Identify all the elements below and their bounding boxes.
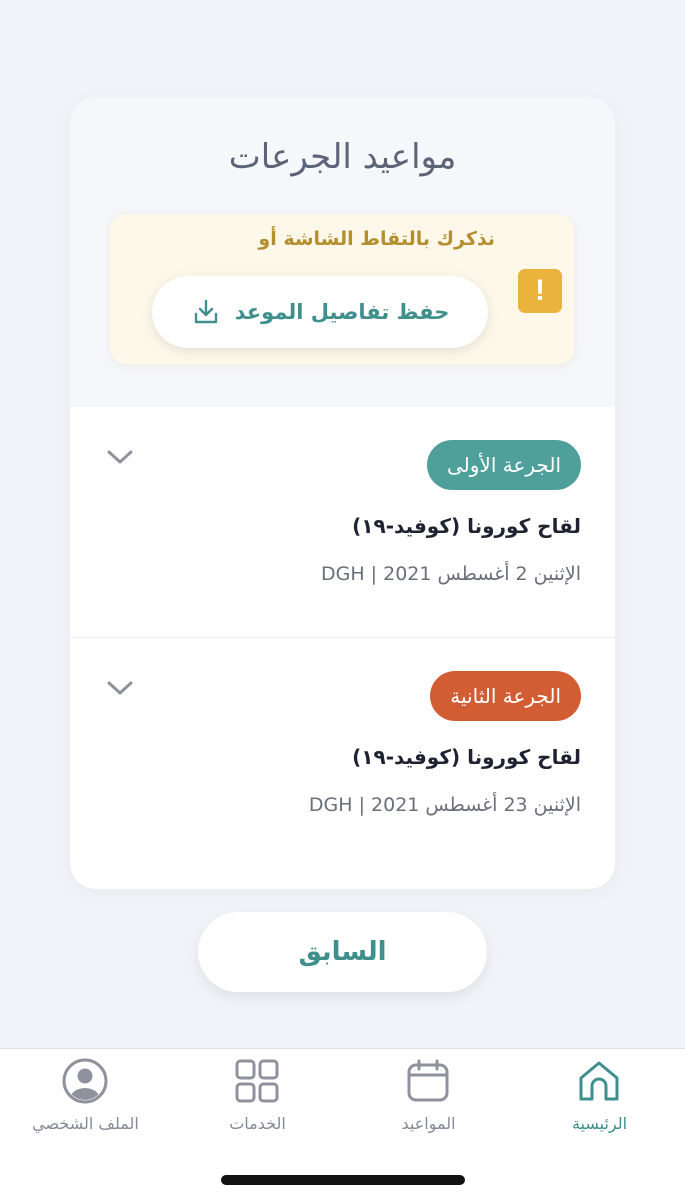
appointment-date: الإثنين 2 أغسطس 2021 | DGH [320, 563, 581, 585]
vaccine-name: لقاح كورونا (كوفيد-١٩) [352, 514, 581, 538]
tab-services[interactable]: الخدمات [172, 1049, 343, 1149]
save-appointment-details-button[interactable]: حفظ تفاصيل الموعد [152, 276, 488, 348]
first-dose-badge: الجرعة الأولى [427, 440, 581, 490]
tab-appointments[interactable]: المواعيد [343, 1049, 514, 1149]
vaccine-name: لقاح كورونا (كوفيد-١٩) [352, 745, 581, 769]
card-header: مواعيد الجرعات ! نذكرك بالتقاط الشاشة أو… [70, 97, 615, 407]
download-icon [194, 299, 217, 324]
dose-item[interactable]: الجرعة الثانية لقاح كورونا (كوفيد-١٩) ال… [70, 637, 615, 865]
tab-profile[interactable]: الملف الشخصي [0, 1049, 171, 1149]
exclamation-icon: ! [518, 269, 562, 313]
grid-icon [235, 1059, 279, 1103]
tab-label: الملف الشخصي [32, 1114, 139, 1133]
home-indicator [221, 1175, 465, 1185]
tab-label: الرئيسية [571, 1114, 628, 1133]
dose-item[interactable]: الجرعة الأولى لقاح كورونا (كوفيد-١٩) الإ… [70, 407, 615, 635]
tab-label: المواعيد [401, 1114, 456, 1133]
calendar-icon [407, 1059, 449, 1102]
previous-button[interactable]: السابق [198, 912, 487, 992]
save-button-label: حفظ تفاصيل الموعد [234, 300, 450, 324]
profile-icon [62, 1058, 108, 1104]
appointments-card: مواعيد الجرعات ! نذكرك بالتقاط الشاشة أو… [70, 97, 615, 889]
chevron-down-icon[interactable] [106, 678, 134, 698]
appointment-date: الإثنين 23 أغسطس 2021 | DGH [308, 794, 581, 816]
tab-label: الخدمات [229, 1114, 286, 1133]
page-title: مواعيد الجرعات [228, 137, 457, 177]
home-icon [579, 1061, 619, 1101]
notice-text: نذكرك بالتقاط الشاشة أو [258, 228, 495, 250]
screenshot-notice: ! نذكرك بالتقاط الشاشة أو حفظ تفاصيل الم… [110, 214, 574, 364]
chevron-down-icon[interactable] [106, 447, 134, 467]
second-dose-badge: الجرعة الثانية [430, 671, 581, 721]
tab-home[interactable]: الرئيسية [514, 1049, 685, 1149]
